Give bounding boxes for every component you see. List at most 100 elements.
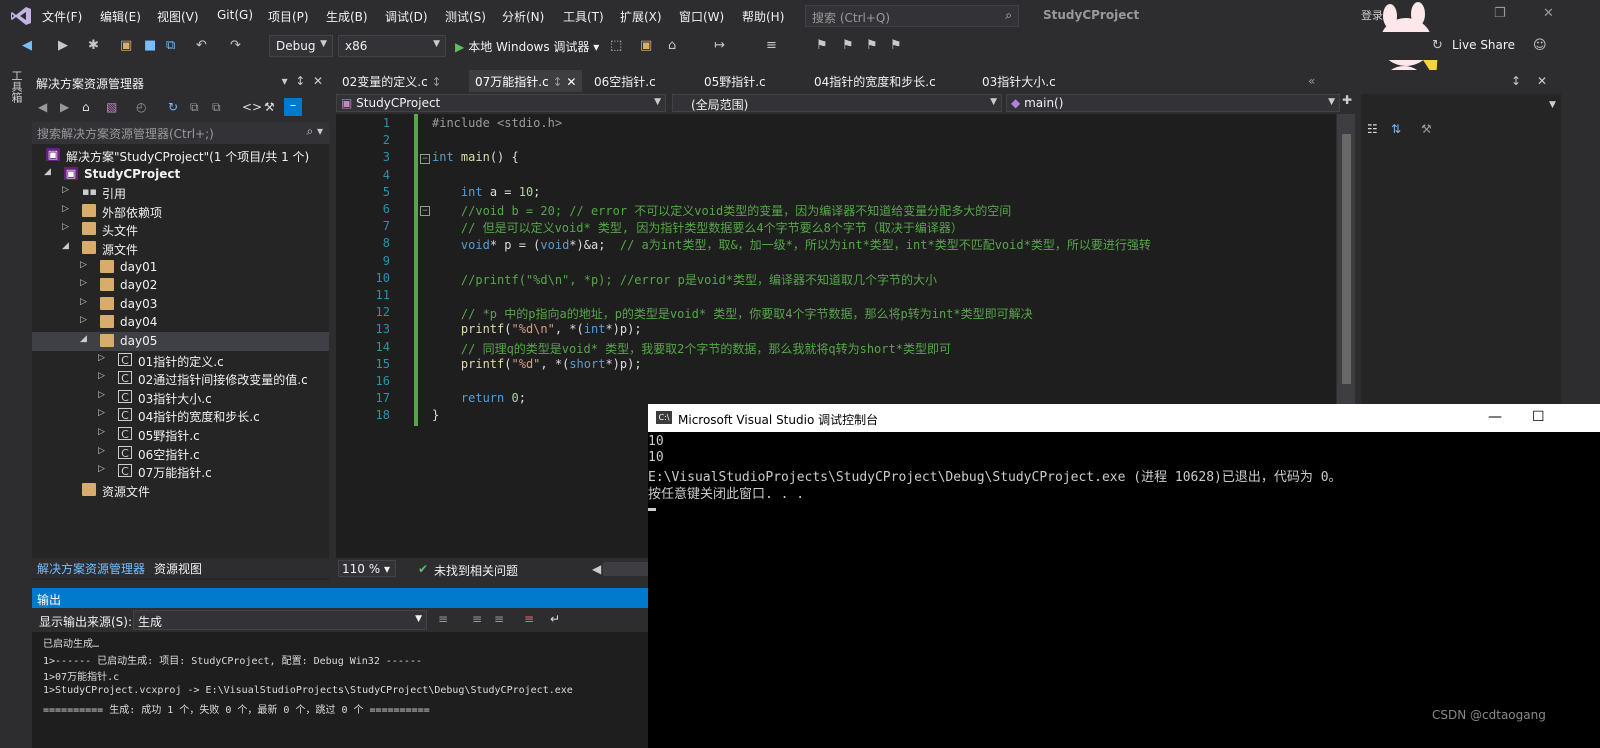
pin-icon[interactable]: ↕ (1511, 74, 1521, 88)
tree-item[interactable]: ▷ day03 (32, 295, 329, 314)
tree-item[interactable]: 资源文件 (32, 481, 329, 500)
find-message-icon[interactable]: ≡ (438, 612, 448, 626)
comment-icon[interactable]: ≡ (766, 38, 777, 53)
close-icon[interactable]: ✕ (313, 74, 323, 88)
attach-icon[interactable]: ⬚ (610, 38, 622, 53)
code-line[interactable]: 10 //printf("%d\n", *p); //error p是void*… (336, 271, 1336, 289)
step-icon[interactable]: ↦ (714, 38, 725, 53)
view-code-icon[interactable]: <> (242, 100, 262, 114)
expand-icon[interactable]: ▷ (80, 315, 87, 325)
code-line[interactable]: 2 (336, 133, 1336, 151)
expand-icon[interactable]: ▷ (62, 185, 69, 195)
expand-icon[interactable]: ▷ (98, 464, 105, 474)
clear-all-icon[interactable]: ≡ (524, 612, 534, 626)
bookmark-icon[interactable]: ⚑ (816, 38, 828, 53)
feedback-icon[interactable]: ☺ (1533, 38, 1547, 53)
code-line[interactable]: 4 (336, 168, 1336, 186)
visual-studio-logo-icon[interactable] (10, 6, 32, 26)
new-item-icon[interactable]: ✱ (88, 38, 99, 53)
pin-icon[interactable]: ↕ (295, 74, 305, 88)
code-line[interactable]: 6 //void b = 20; // error 不可以定义void类型的变量… (336, 202, 1336, 220)
close-icon[interactable]: ✕ (1537, 74, 1547, 88)
maximize-icon[interactable]: ☐ (1532, 409, 1545, 425)
browse-icon[interactable]: ▣ (640, 38, 652, 53)
close-window-icon[interactable]: ✕ (1543, 6, 1554, 21)
fold-icon[interactable]: − (420, 206, 430, 216)
close-icon[interactable]: ✕ (566, 75, 576, 89)
next-message-icon[interactable]: ≡ (494, 612, 504, 626)
wrench-icon[interactable]: ⚒ (1421, 122, 1432, 136)
issues-status[interactable]: 未找到相关问题 (434, 562, 518, 579)
expand-icon[interactable]: ▷ (80, 260, 87, 270)
redo-icon[interactable]: ↷ (230, 38, 241, 53)
tree-item[interactable]: ▷ day02 (32, 276, 329, 295)
categorized-icon[interactable]: ☷ (1367, 122, 1378, 136)
project-nav-combo[interactable]: ▣ StudyCProject ▼ (336, 94, 666, 112)
fold-icon[interactable]: − (420, 154, 430, 165)
tree-item[interactable]: ◢ day05 (32, 332, 329, 351)
expand-icon[interactable]: ◢ (80, 334, 87, 344)
tree-item[interactable]: ▷ C 05野指针.c (32, 425, 329, 444)
code-line[interactable]: 5 int a = 10; (336, 185, 1336, 203)
tree-item[interactable]: ▷ day04 (32, 313, 329, 332)
zoom-combo[interactable]: 110 % ▾ (338, 560, 396, 577)
expand-icon[interactable]: ▷ (98, 390, 105, 400)
tree-item[interactable]: ▣ 解决方案"StudyCProject"(1 个项目/共 1 个) (32, 146, 329, 165)
code-line[interactable]: 16 (336, 374, 1336, 392)
back-icon[interactable]: ◀ (22, 38, 32, 53)
code-line[interactable]: 3 int main() {− (336, 150, 1336, 168)
horizontal-scrollbar[interactable] (603, 562, 648, 576)
tab-file[interactable]: 06空指针.c (588, 70, 662, 92)
scroll-left-icon[interactable]: ◀ (592, 562, 601, 576)
code-line[interactable]: 7 // 但是可以定义void* 类型, 因为指针类型数据要么4个字节要么8个字… (336, 219, 1336, 237)
menu-item[interactable]: 视图(V) (157, 8, 199, 25)
tree-item[interactable]: ▷ C 01指针的定义.c (32, 351, 329, 370)
code-line[interactable]: 13 printf("%d\n", *(int*)p); (336, 322, 1336, 340)
menu-item[interactable]: 窗口(W) (679, 8, 724, 25)
tab-file[interactable]: 02变量的定义.c ↕ (336, 70, 448, 92)
menu-item[interactable]: 扩展(X) (620, 8, 662, 25)
menu-item[interactable]: 文件(F) (42, 8, 82, 25)
expand-icon[interactable]: ▷ (98, 427, 105, 437)
forward-icon[interactable]: ▶ (58, 38, 68, 53)
menu-item[interactable]: 分析(N) (502, 8, 544, 25)
preview-icon[interactable]: – (284, 98, 302, 116)
tree-item[interactable]: ▷ 外部依赖项 (32, 202, 329, 221)
chevron-down-icon[interactable]: ▼ (1549, 100, 1556, 110)
config-combo[interactable]: Debug ▼ (269, 35, 333, 57)
debug-console-window[interactable]: C:\ Microsoft Visual Studio 调试控制台 — ☐ 10… (648, 404, 1600, 748)
output-source-combo[interactable]: 生成 ▼ (133, 610, 427, 630)
tree-item[interactable]: ◢ ▣ StudyCProject (32, 165, 329, 184)
sort-icon[interactable]: ⇅ (1391, 122, 1401, 136)
prev-bookmark-icon[interactable]: ⚑ (842, 38, 854, 53)
tree-item[interactable]: ▷ C 04指针的宽度和步长.c (32, 406, 329, 425)
code-line[interactable]: 11 (336, 288, 1336, 306)
refresh-icon[interactable]: ↻ (168, 100, 178, 114)
switch-view-icon[interactable]: ▧ (106, 100, 117, 114)
properties-icon[interactable]: ⚒ (264, 100, 275, 114)
home-icon[interactable]: ⌂ (82, 100, 90, 114)
collapse-icon[interactable]: ⧉ (190, 100, 199, 115)
tree-item[interactable]: ▷ C 06空指针.c (32, 444, 329, 463)
back-icon[interactable]: ◀ (38, 100, 47, 114)
solution-search-input[interactable]: 搜索解决方案资源管理器(Ctrl+;) ⌕ ▾ (32, 122, 329, 144)
split-icon[interactable]: ✚ (1342, 93, 1352, 107)
tab-file[interactable]: 05野指针.c (698, 70, 772, 92)
tab-file-active[interactable]: 07万能指针.c ↕ ✕ (469, 70, 583, 92)
pin-icon[interactable]: ↕ (553, 75, 563, 89)
menu-item[interactable]: 项目(P) (268, 8, 309, 25)
menu-item[interactable]: Git(G) (217, 8, 253, 22)
dropdown-icon[interactable]: ▾ (282, 74, 288, 88)
tree-item[interactable]: ▷ day01 (32, 258, 329, 277)
expand-icon[interactable]: ▷ (62, 204, 69, 214)
menu-item[interactable]: 帮助(H) (742, 8, 784, 25)
run-debugger-button[interactable]: ▶ 本地 Windows 调试器 ▾ (455, 38, 599, 55)
menu-item[interactable]: 生成(B) (326, 8, 368, 25)
pin-icon[interactable]: ↕ (432, 75, 442, 89)
code-line[interactable]: 15 printf("%d", *(short*)p); (336, 357, 1336, 375)
search-input[interactable]: 搜索 (Ctrl+Q) ⌕ (805, 5, 1019, 27)
toolbox-tab[interactable]: 工具箱 (8, 70, 24, 103)
tree-item[interactable]: ▷ ▪▪ 引用 (32, 183, 329, 202)
expand-icon[interactable]: ▷ (80, 278, 87, 288)
show-all-icon[interactable]: ⧉ (212, 100, 221, 115)
